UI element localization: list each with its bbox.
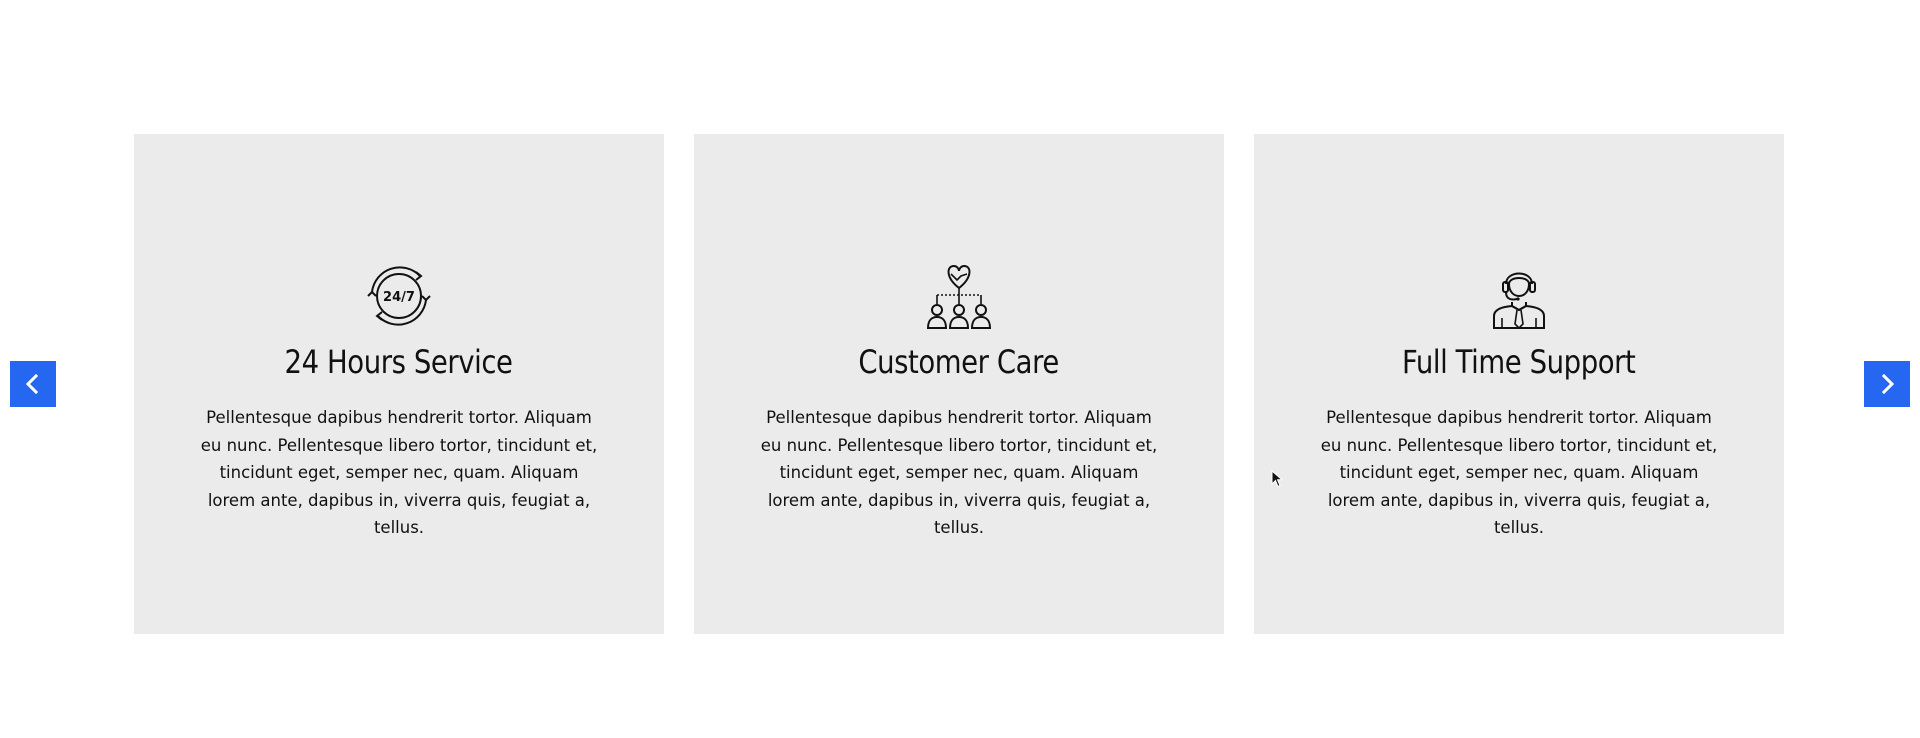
service-card-customer-care: Customer Care Pellentesque dapibus hendr… [694, 134, 1224, 634]
card-description: Pellentesque dapibus hendrerit tortor. A… [760, 408, 1158, 537]
chevron-right-icon [1881, 373, 1895, 395]
service-card-full-time-support: Full Time Support Pellentesque dapibus h… [1254, 134, 1784, 634]
support-agent-headset-icon [1484, 262, 1554, 330]
card-title: Customer Care [858, 343, 1060, 381]
service-card-24-hours: 24/7 24 Hours Service Pellentesque dapib… [134, 134, 664, 634]
card-title: 24 Hours Service [285, 343, 513, 381]
chevron-left-icon [25, 373, 39, 395]
clock-24-7-icon: 24/7 [364, 262, 434, 330]
carousel-prev-button[interactable] [10, 361, 56, 407]
carousel-next-button[interactable] [1864, 361, 1910, 407]
card-description: Pellentesque dapibus hendrerit tortor. A… [200, 408, 598, 537]
services-carousel: 24/7 24 Hours Service Pellentesque dapib… [134, 134, 1786, 634]
clock-24-7-label: 24/7 [383, 290, 415, 305]
card-title: Full Time Support [1402, 343, 1636, 381]
mouse-cursor-icon [1271, 470, 1283, 488]
card-description: Pellentesque dapibus hendrerit tortor. A… [1320, 408, 1718, 537]
customer-care-handshake-icon [924, 262, 994, 330]
page: 24/7 24 Hours Service Pellentesque dapib… [0, 0, 1920, 738]
